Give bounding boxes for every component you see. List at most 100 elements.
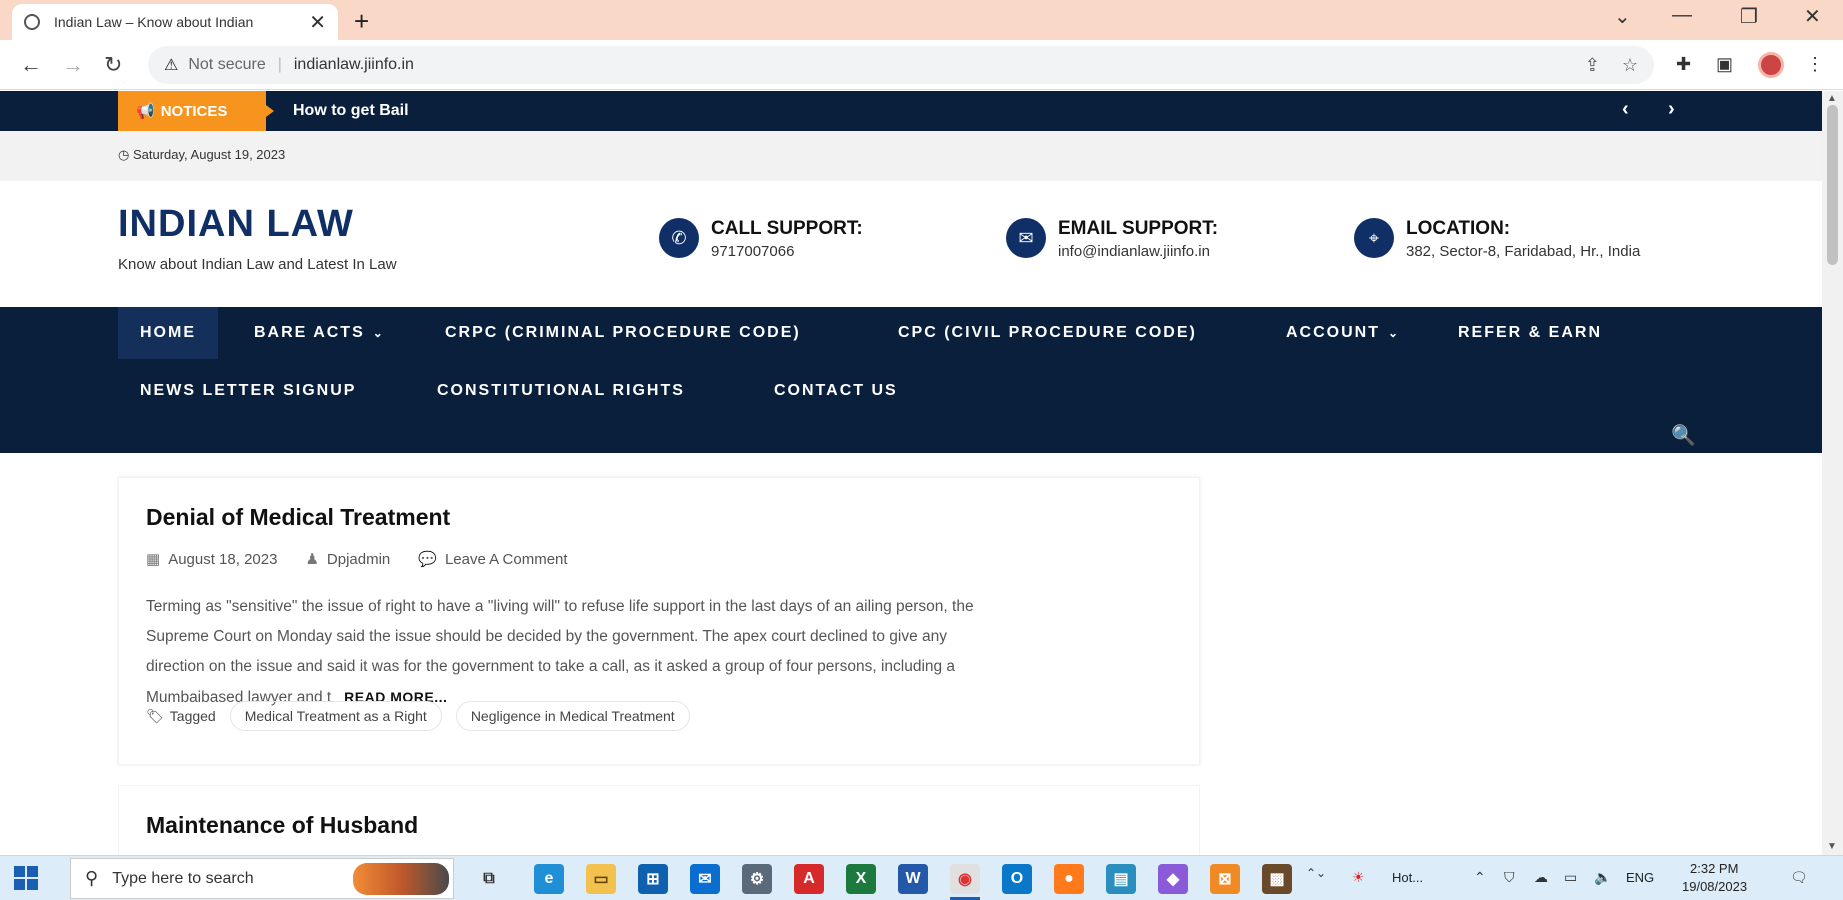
browser-tab[interactable]: Indian Law – Know about Indian ✕	[12, 4, 338, 40]
scrollbar-thumb[interactable]	[1827, 105, 1838, 265]
nav-contact-label: CONTACT US	[774, 382, 898, 399]
clock-date[interactable]: 19/08/2023	[1682, 879, 1747, 894]
notifications-icon[interactable]: 🗨	[1790, 869, 1808, 886]
nav-newsletter-signup[interactable]: NEWS LETTER SIGNUP	[140, 365, 356, 417]
menu-icon[interactable]: ⋮	[1806, 54, 1824, 75]
security-label[interactable]: Not secure	[188, 56, 265, 74]
excel-icon[interactable]: X	[846, 864, 876, 894]
nav-refer-earn-label: REFER & EARN	[1458, 324, 1603, 341]
extensions-icon[interactable]: ✚	[1676, 54, 1691, 75]
post-card: Maintenance of Husband	[118, 785, 1200, 855]
app-icon[interactable]: ⚙	[742, 864, 772, 894]
task-view-icon[interactable]: ⧉	[474, 864, 504, 894]
app-icon[interactable]: ▤	[1106, 864, 1136, 894]
weather-text[interactable]: Hot...	[1392, 870, 1423, 885]
file-explorer-icon[interactable]: ▭	[586, 864, 616, 894]
scroll-up-icon[interactable]: ▲	[1827, 93, 1837, 104]
pdf-icon[interactable]: A	[794, 864, 824, 894]
mail-icon[interactable]: ✉	[690, 864, 720, 894]
user-icon: ♟	[305, 551, 319, 568]
nav-bare-acts[interactable]: BARE ACTS ⌄	[254, 307, 385, 359]
email-support-label: EMAIL SUPPORT:	[1058, 218, 1219, 239]
call-support-label: CALL SUPPORT:	[711, 218, 863, 239]
reload-icon[interactable]: ↻	[104, 52, 122, 78]
tag-chip[interactable]: Medical Treatment as a Right	[229, 701, 442, 731]
search-icon: ⚲	[85, 868, 99, 888]
nav-constitutional-rights[interactable]: CONSTITUTIONAL RIGHTS	[437, 365, 685, 417]
warning-icon[interactable]: ⚠	[164, 55, 178, 75]
nav-refer-earn[interactable]: REFER & EARN	[1458, 307, 1602, 359]
post-date[interactable]: August 18, 2023	[168, 551, 277, 568]
current-date: ◷ Saturday, August 19, 2023	[118, 147, 285, 163]
calendar-icon: ▦	[146, 551, 161, 568]
outlook-icon[interactable]: O	[1002, 864, 1032, 894]
scroll-icon[interactable]: ⌃⌄	[1306, 866, 1326, 880]
envelope-icon: ✉	[1006, 218, 1046, 258]
location-pin-icon: ⌖	[1354, 218, 1394, 258]
chevron-right-icon[interactable]: ›	[1668, 98, 1675, 121]
address-bar[interactable]: ⚠ Not secure | indianlaw.jiinfo.in ⇪ ☆	[148, 46, 1654, 84]
app-icon[interactable]: ◆	[1158, 864, 1188, 894]
post-card: Denial of Medical Treatment ▦ August 18,…	[118, 477, 1200, 765]
edge-icon[interactable]: e	[534, 864, 564, 894]
security-tray-icon[interactable]: ⛉	[1504, 869, 1515, 886]
chevron-left-icon[interactable]: ‹	[1622, 98, 1629, 121]
nav-contact-us[interactable]: CONTACT US	[774, 365, 898, 417]
post-title[interactable]: Denial of Medical Treatment	[146, 504, 450, 531]
new-tab-button[interactable]: +	[354, 6, 369, 37]
notice-badge: 📢 NOTICES	[118, 91, 274, 131]
notice-ticker-link[interactable]: How to get Bail	[293, 102, 409, 120]
post-title[interactable]: Maintenance of Husband	[146, 812, 418, 839]
nav-home[interactable]: HOME	[118, 307, 218, 359]
maximize-button[interactable]: ❐	[1740, 4, 1758, 29]
nav-home-label: HOME	[140, 324, 196, 341]
cloud-icon[interactable]: ☁	[1534, 869, 1548, 886]
store-icon[interactable]: ⊞	[638, 864, 668, 894]
sidepanel-icon[interactable]: ▣	[1716, 54, 1733, 75]
tag-chip[interactable]: Negligence in Medical Treatment	[455, 701, 690, 731]
chevron-up-icon[interactable]: ⌃	[1474, 869, 1486, 886]
tab-close-icon[interactable]: ✕	[309, 10, 326, 35]
weather-icon[interactable]: ☀	[1352, 869, 1365, 886]
site-title[interactable]: INDIAN LAW	[118, 203, 354, 246]
forward-icon[interactable]: →	[62, 52, 84, 78]
nav-bare-acts-label: BARE ACTS	[254, 324, 365, 341]
windows-taskbar: ⚲ Type here to search ⧉ e ▭ ⊞ ✉ ⚙ A X W …	[0, 855, 1843, 900]
language-indicator[interactable]: ENG	[1626, 870, 1654, 885]
chrome-icon[interactable]: ◉	[950, 864, 980, 894]
post-comments-link[interactable]: Leave A Comment	[445, 551, 568, 568]
app-icon[interactable]: ▩	[1262, 864, 1292, 894]
post-meta: ▦ August 18, 2023 ♟ Dpjadmin 💬 Leave A C…	[146, 550, 596, 569]
chevron-down-icon: ⌄	[372, 326, 385, 340]
nav-cpc[interactable]: CPC (CIVIL PROCEDURE CODE)	[898, 307, 1197, 359]
share-icon[interactable]: ⇪	[1585, 55, 1600, 76]
profile-avatar[interactable]	[1758, 52, 1784, 78]
browser-toolbar: ← → ↻ ⚠ Not secure | indianlaw.jiinfo.in…	[0, 40, 1843, 90]
network-icon[interactable]: ▭	[1564, 869, 1577, 886]
word-icon[interactable]: W	[898, 864, 928, 894]
comment-icon: 💬	[418, 551, 437, 568]
back-icon[interactable]: ←	[20, 52, 42, 78]
post-author[interactable]: Dpjadmin	[327, 551, 390, 568]
volume-icon[interactable]: 🔈	[1594, 869, 1611, 886]
scroll-down-icon[interactable]: ▼	[1827, 841, 1837, 852]
taskbar-search-box[interactable]: ⚲ Type here to search	[70, 858, 454, 899]
xampp-icon[interactable]: ⊠	[1210, 864, 1240, 894]
url-text[interactable]: indianlaw.jiinfo.in	[294, 56, 1563, 74]
email-support-value[interactable]: info@indianlaw.jiinfo.in	[1058, 243, 1218, 260]
windows-start-icon[interactable]	[14, 866, 38, 890]
clock-time[interactable]: 2:32 PM	[1690, 861, 1738, 876]
close-window-button[interactable]: ✕	[1804, 4, 1821, 29]
nav-crpc[interactable]: CRPC (CRIMINAL PROCEDURE CODE)	[445, 307, 801, 359]
date-bar: ◷ Saturday, August 19, 2023	[0, 131, 1822, 181]
page-scrollbar[interactable]: ▲ ▼	[1822, 91, 1843, 855]
nav-account[interactable]: ACCOUNT ⌄	[1286, 307, 1400, 359]
megaphone-icon: 📢	[136, 103, 155, 120]
firefox-icon[interactable]: ●	[1054, 864, 1084, 894]
tab-search-dropdown-icon[interactable]: ⌄	[1614, 4, 1631, 29]
site-tagline: Know about Indian Law and Latest In Law	[118, 256, 397, 273]
omnibox-separator: |	[277, 56, 282, 73]
search-icon[interactable]: 🔍	[1671, 423, 1696, 448]
star-icon[interactable]: ☆	[1622, 55, 1638, 76]
minimize-button[interactable]: —	[1672, 4, 1692, 27]
